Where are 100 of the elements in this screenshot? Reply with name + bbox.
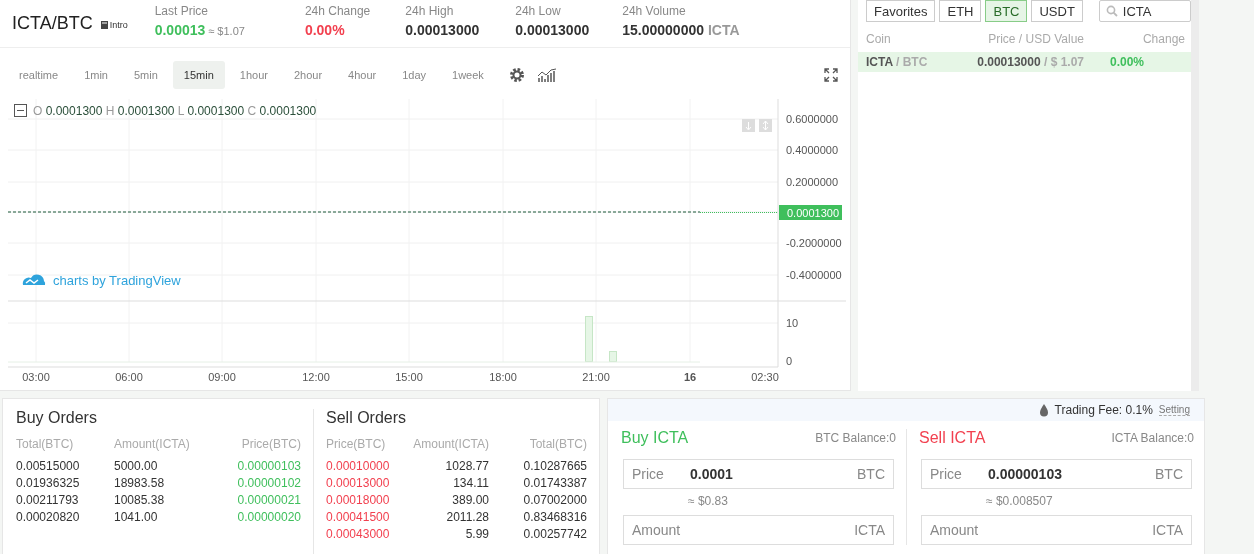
price-input[interactable]: 0.00000103 bbox=[988, 466, 1147, 482]
table-cell-text: 0.00000102 bbox=[236, 476, 301, 490]
form-title: Sell ICTA bbox=[919, 429, 986, 447]
amount-field[interactable]: Amount ICTA bbox=[921, 515, 1192, 545]
table-cell-text: 389.00 bbox=[451, 493, 489, 507]
search-field[interactable]: ICTA bbox=[1098, 0, 1191, 22]
market-tab[interactable]: USDT bbox=[1031, 0, 1083, 22]
interval-tab[interactable]: 5min bbox=[122, 61, 169, 89]
market-tab[interactable]: BTC bbox=[985, 0, 1028, 22]
table-cell-text: 10085.38 bbox=[114, 493, 166, 507]
unit-label: ICTA bbox=[854, 522, 885, 538]
axis-label: 21:00 bbox=[582, 371, 610, 383]
table-cell-text: 0.00043000 bbox=[326, 527, 391, 541]
cloud-icon bbox=[22, 274, 46, 285]
field-label: Price bbox=[930, 466, 963, 482]
unit-label: ICTA bbox=[1152, 522, 1183, 538]
settings-icon[interactable] bbox=[508, 67, 525, 83]
price-field[interactable]: Price 0.0001 BTC bbox=[623, 459, 894, 489]
interval-tab[interactable]: realtime bbox=[8, 61, 70, 89]
table-cell-text: 0.00013000 bbox=[326, 476, 391, 490]
table-cell-text: 0.00257742 bbox=[522, 527, 587, 541]
column-header: Total(BTC) bbox=[16, 437, 75, 451]
setting-link[interactable]: Setting bbox=[1158, 404, 1190, 416]
table-cell-text: 1041.00 bbox=[114, 510, 159, 524]
price-field[interactable]: Price 0.00000103 BTC bbox=[921, 459, 1192, 489]
amount-field[interactable]: Amount ICTA bbox=[623, 515, 894, 545]
column-header: Price / USD Value bbox=[987, 32, 1084, 46]
column-header: Change bbox=[1141, 32, 1185, 46]
stat-label: Last Price bbox=[154, 4, 210, 18]
field-label: Price bbox=[632, 466, 665, 482]
column-header: Coin bbox=[866, 32, 892, 46]
ohlc-legend: O 0.0001300 H 0.0001300 L 0.0001300 C 0.0001300 bbox=[33, 104, 317, 118]
stat-value: 0.00% bbox=[304, 22, 346, 38]
usd-estimate: ≈ $0.83 bbox=[688, 494, 729, 508]
indicators-icon[interactable] bbox=[536, 67, 557, 83]
table-cell-text: 18983.58 bbox=[114, 476, 166, 490]
usd-estimate: ≈ $0.008507 bbox=[986, 494, 1054, 508]
market-tab[interactable]: ETH bbox=[939, 0, 982, 22]
table-cell-text: 0.00018000 bbox=[326, 493, 391, 507]
book-icon bbox=[100, 21, 108, 29]
table-cell-text: 5000.00 bbox=[114, 459, 159, 473]
interval-tab[interactable]: 4hour bbox=[337, 61, 388, 89]
balance-label: BTC Balance:0 bbox=[815, 431, 896, 445]
market-tab[interactable]: Favorites bbox=[866, 0, 936, 22]
table-cell-text: 2011.28 bbox=[445, 510, 489, 524]
table-cell-text: 134.11 bbox=[452, 476, 489, 490]
table-cell-text: 0.00010000 bbox=[326, 459, 391, 473]
form-title: Buy ICTA bbox=[621, 429, 689, 447]
stat-label: 24h Low bbox=[515, 4, 562, 18]
axis-label: 0 bbox=[786, 355, 793, 367]
fee-label: Trading Fee: 0.1% bbox=[1054, 403, 1153, 417]
axis-label: -0.2000000 bbox=[786, 237, 842, 249]
interval-tab[interactable]: 1day bbox=[391, 61, 438, 89]
drop-icon bbox=[1038, 403, 1049, 417]
axis-label: -0.4000000 bbox=[786, 269, 842, 281]
fullscreen-icon[interactable] bbox=[824, 68, 838, 82]
price-input[interactable]: 0.0001 bbox=[690, 466, 849, 482]
table-cell-text: 5.99 bbox=[464, 527, 489, 541]
market-row[interactable]: ICTA / BTC 0.00013000 / $ 1.07 0.00% bbox=[858, 52, 1191, 72]
table-cell-text: 0.00020820 bbox=[16, 510, 81, 524]
stat-label: 24h Change bbox=[304, 4, 371, 18]
column-header: Amount(ICTA) bbox=[412, 437, 489, 451]
column-header: Total(BTC) bbox=[528, 437, 587, 451]
table-cell-text: 0.00000021 bbox=[236, 493, 301, 507]
unit-label: BTC bbox=[1155, 466, 1183, 482]
axis-label: 10 bbox=[786, 317, 799, 329]
price-tag: 0.0001300 bbox=[779, 205, 842, 220]
field-label: Amount bbox=[632, 522, 682, 538]
table-cell-text: 0.01743387 bbox=[522, 476, 587, 490]
axis-label: 0.6000000 bbox=[786, 113, 838, 125]
unit-label: BTC bbox=[857, 466, 885, 482]
stat-value: 15.00000000 ICTA bbox=[622, 22, 740, 38]
stat-label: 24h High bbox=[405, 4, 455, 18]
axis-label: 03:00 bbox=[22, 371, 50, 383]
intro-link[interactable]: Intro bbox=[109, 20, 128, 30]
interval-tab[interactable]: 1week bbox=[441, 61, 495, 89]
axis-label: 0.2000000 bbox=[786, 176, 838, 188]
table-cell-text: 0.00000103 bbox=[236, 459, 301, 473]
column-header: Price(BTC) bbox=[240, 437, 301, 451]
axis-label: 18:00 bbox=[489, 371, 517, 383]
table-cell-text: 0.10287665 bbox=[522, 459, 587, 473]
table-cell-text: 0.00041500 bbox=[326, 510, 391, 524]
field-label: Amount bbox=[930, 522, 980, 538]
pair-title: ICTA/BTC bbox=[12, 13, 93, 34]
table-cell-text: 0.00515000 bbox=[16, 459, 81, 473]
search-icon bbox=[1105, 5, 1118, 17]
interval-tab[interactable]: 15min bbox=[172, 61, 225, 89]
interval-tab[interactable]: 1min bbox=[73, 61, 119, 89]
orders-title: Buy Orders bbox=[16, 409, 98, 427]
interval-tab[interactable]: 2hour bbox=[282, 61, 334, 89]
collapse-icon[interactable] bbox=[14, 104, 27, 117]
stat-label: 24h Volume bbox=[622, 4, 687, 18]
axis-label: 12:00 bbox=[302, 371, 330, 383]
stat-value: 0.00013000 bbox=[515, 22, 590, 38]
stat-value: 0.00013000 bbox=[405, 22, 480, 38]
interval-tab[interactable]: 1hour bbox=[228, 61, 279, 89]
axis-label: 0.4000000 bbox=[786, 144, 838, 156]
axis-label: 15:00 bbox=[395, 371, 423, 383]
column-header: Price(BTC) bbox=[326, 437, 387, 451]
table-cell-text: 0.01936325 bbox=[16, 476, 81, 490]
